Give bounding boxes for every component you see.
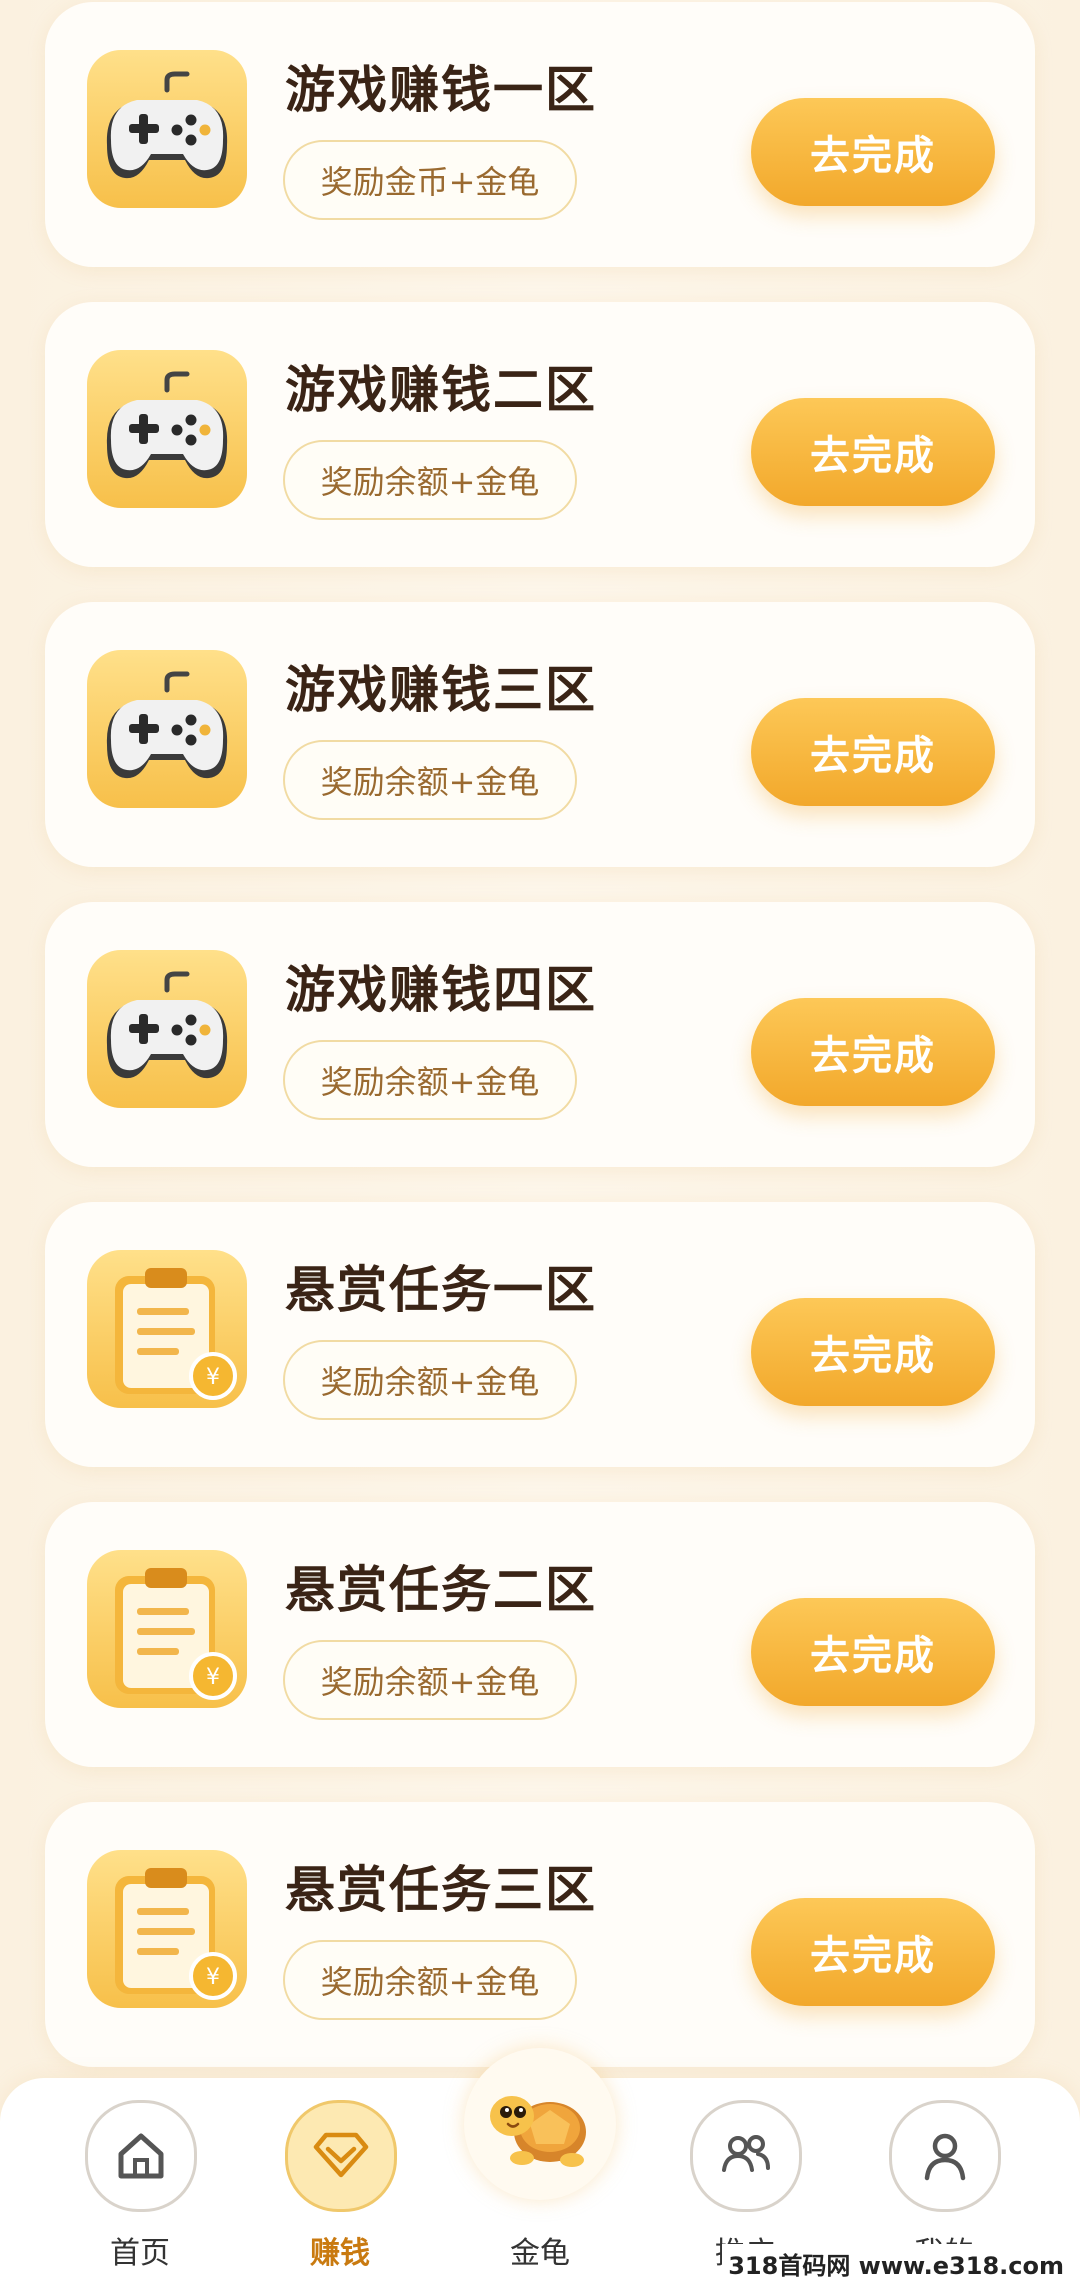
gamepad-icon: [87, 50, 247, 208]
complete-button[interactable]: 去完成: [751, 1298, 995, 1406]
complete-button[interactable]: 去完成: [751, 98, 995, 206]
reward-badge: 奖励余额+金龟: [283, 440, 577, 520]
svg-text:¥: ¥: [206, 1365, 220, 1390]
complete-button[interactable]: 去完成: [751, 398, 995, 506]
task-title: 悬赏任务二区: [285, 1561, 597, 1619]
gamepad-icon: [87, 650, 247, 808]
svg-text:¥: ¥: [206, 1665, 220, 1690]
reward-badge: 奖励余额+金龟: [283, 1340, 577, 1420]
task-card: 游戏赚钱四区 奖励余额+金龟 去完成: [45, 902, 1035, 1167]
task-card: ¥ 悬赏任务三区 奖励余额+金龟 去完成: [45, 1802, 1035, 2067]
reward-badge: 奖励余额+金龟: [283, 740, 577, 820]
complete-button[interactable]: 去完成: [751, 998, 995, 1106]
diamond-icon: [285, 2100, 397, 2212]
task-title: 游戏赚钱一区: [285, 61, 597, 119]
watermark: 318首码网 www.e318.com: [722, 2244, 1070, 2283]
reward-badge: 奖励金币+金龟: [283, 140, 577, 220]
svg-text:¥: ¥: [206, 1965, 220, 1990]
task-card: 游戏赚钱二区 奖励余额+金龟 去完成: [45, 302, 1035, 567]
nav-home[interactable]: 首页: [80, 2100, 200, 2271]
clipboard-coin-icon: ¥: [87, 1250, 247, 1408]
home-icon: [85, 2100, 197, 2212]
nav-earn[interactable]: 赚钱: [280, 2100, 400, 2271]
nav-home-label: 首页: [110, 2236, 170, 2271]
task-title: 悬赏任务一区: [285, 1261, 597, 1319]
task-title: 游戏赚钱二区: [285, 361, 597, 419]
clipboard-coin-icon: ¥: [87, 1550, 247, 1708]
nav-turtle[interactable]: [464, 2048, 616, 2200]
reward-badge: 奖励余额+金龟: [283, 1940, 577, 2020]
task-title: 游戏赚钱三区: [285, 661, 597, 719]
task-title: 游戏赚钱四区: [285, 961, 597, 1019]
reward-badge: 奖励余额+金龟: [283, 1040, 577, 1120]
nav-earn-label: 赚钱: [310, 2236, 370, 2271]
task-title: 悬赏任务三区: [285, 1861, 597, 1919]
reward-badge: 奖励余额+金龟: [283, 1640, 577, 1720]
clipboard-coin-icon: ¥: [87, 1850, 247, 2008]
person-icon: [889, 2100, 1001, 2212]
users-icon: [690, 2100, 802, 2212]
complete-button[interactable]: 去完成: [751, 1898, 995, 2006]
gamepad-icon: [87, 350, 247, 508]
task-card: ¥ 悬赏任务二区 奖励余额+金龟 去完成: [45, 1502, 1035, 1767]
task-card: 游戏赚钱一区 奖励金币+金龟 去完成: [45, 2, 1035, 267]
nav-turtle-label: 金龟: [510, 2236, 570, 2271]
gamepad-icon: [87, 950, 247, 1108]
turtle-icon: [490, 2096, 586, 2167]
complete-button[interactable]: 去完成: [751, 1598, 995, 1706]
complete-button[interactable]: 去完成: [751, 698, 995, 806]
task-card: 游戏赚钱三区 奖励余额+金龟 去完成: [45, 602, 1035, 867]
task-card: ¥ 悬赏任务一区 奖励余额+金龟 去完成: [45, 1202, 1035, 1467]
